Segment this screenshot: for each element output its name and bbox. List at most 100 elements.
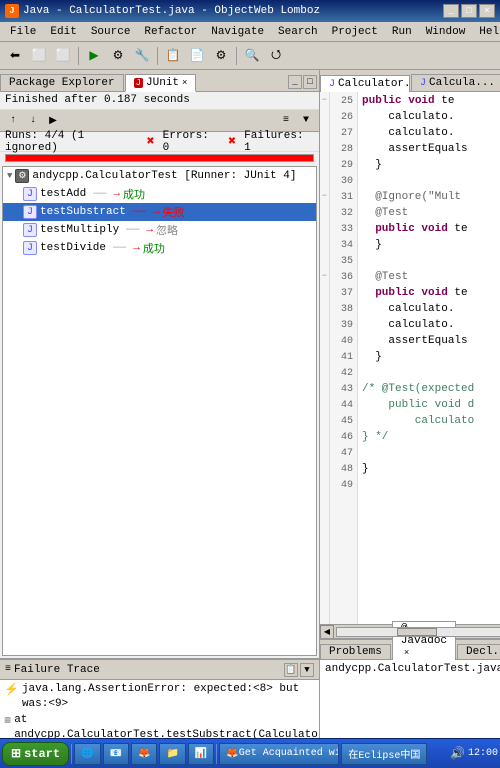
code-line-25: public void te xyxy=(362,94,500,110)
tab-javadoc-close[interactable]: × xyxy=(404,648,409,658)
code-content[interactable]: public void te calculato. calculato. ass… xyxy=(358,92,500,624)
start-button[interactable]: ⊞ start xyxy=(2,742,69,766)
test-item-testSubstract[interactable]: J testSubstract —— → 失败 xyxy=(3,203,316,221)
taskbar-item-extra[interactable]: 📊 xyxy=(188,743,214,765)
code-line-31: @Ignore("Mult xyxy=(362,190,500,206)
editor-tab-calcula[interactable]: J Calcula... xyxy=(411,74,500,91)
code-line-45: calculato xyxy=(362,414,500,430)
taskbar-browser-label: Get Acquainted with t... xyxy=(239,748,340,759)
toolbar-btn-10[interactable]: ⭯ xyxy=(265,45,287,67)
editor-tab-calculator[interactable]: J Calculator.java xyxy=(320,75,410,92)
taskbar-item-folder[interactable]: 📁 xyxy=(159,743,185,765)
junit-next-fail-btn[interactable]: ↓ xyxy=(24,113,42,129)
toolbar-btn-2[interactable]: ⬜ xyxy=(28,45,50,67)
tab-junit[interactable]: J JUnit × xyxy=(125,74,197,92)
tab-decl[interactable]: Decl... xyxy=(457,644,500,659)
test-item-testAdd[interactable]: J testAdd —— → 成功 xyxy=(3,185,316,203)
toolbar-btn-5[interactable]: 🔧 xyxy=(131,45,153,67)
bottom-panel-content: andycpp.CalculatorTest.java xyxy=(320,660,500,738)
taskbar-system-tray: 🔊 12:00 xyxy=(450,746,498,761)
taskbar-item-outlook[interactable]: 📧 xyxy=(103,743,129,765)
trace-line-1: ⚡ java.lang.AssertionError: expected:<8>… xyxy=(4,682,315,713)
code-line-26: calculato. xyxy=(362,110,500,126)
tab-problems[interactable]: Problems xyxy=(320,644,391,659)
test-item-testDivide-icon: J xyxy=(23,241,37,255)
menu-search[interactable]: Search xyxy=(272,25,324,39)
left-panel: Package Explorer J JUnit × _ □ Finished … xyxy=(0,70,320,738)
test-item-testAdd-result: 成功 xyxy=(123,186,145,202)
tab-package-explorer[interactable]: Package Explorer xyxy=(0,74,124,91)
scrollbar-track[interactable] xyxy=(336,627,500,637)
window-controls: _ □ × xyxy=(443,4,495,18)
minimize-panel-btn[interactable]: _ xyxy=(288,75,302,89)
trace-line-1-text: java.lang.AssertionError: expected:<8> b… xyxy=(22,682,315,713)
taskbar-extra-icon: 📊 xyxy=(195,748,207,760)
test-item-testMultiply-icon: J xyxy=(23,223,37,237)
toolbar-btn-9[interactable]: 🔍 xyxy=(241,45,263,67)
collapse-gutter: − − − xyxy=(320,92,330,624)
test-item-testDivide[interactable]: J testDivide —— → 成功 xyxy=(3,239,316,257)
junit-view-menu-btn[interactable]: ▼ xyxy=(297,113,315,129)
taskbar-item-eclipse[interactable]: 在Eclipse中国 xyxy=(341,743,427,765)
trace-line-2: ≡ at andycpp.CalculatorTest.testSubstrac… xyxy=(4,713,315,738)
menu-window[interactable]: Window xyxy=(420,25,472,39)
toolbar-btn-4[interactable]: ⚙ xyxy=(107,45,129,67)
menu-run[interactable]: Run xyxy=(386,25,418,39)
toolbar-run[interactable]: ▶ xyxy=(83,45,105,67)
taskbar-item-browser[interactable]: 🦊 Get Acquainted with t... xyxy=(219,743,339,765)
test-tree[interactable]: ▼ ⚙ andycpp.CalculatorTest [Runner: JUni… xyxy=(2,166,317,656)
maximize-panel-btn[interactable]: □ xyxy=(303,75,317,89)
taskbar-item-ie[interactable]: 🌐 xyxy=(74,743,100,765)
title-bar: J Java - CalculatorTest.java - ObjectWeb… xyxy=(0,0,500,22)
close-button[interactable]: × xyxy=(479,4,495,18)
toolbar-btn-1[interactable]: ⬅ xyxy=(4,45,26,67)
junit-stats-bar: Runs: 4/4 (1 ignored) ✖ Errors: 0 ✖ Fail… xyxy=(0,132,319,152)
junit-failures: Failures: 1 xyxy=(244,130,314,154)
test-suite-row[interactable]: ▼ ⚙ andycpp.CalculatorTest [Runner: JUni… xyxy=(3,167,316,185)
menu-edit[interactable]: Edit xyxy=(44,25,82,39)
toolbar-btn-6[interactable]: 📋 xyxy=(162,45,184,67)
junit-show-options-btn[interactable]: ≡ xyxy=(277,113,295,129)
tab-junit-close[interactable]: × xyxy=(182,78,187,88)
scrollbar-thumb[interactable] xyxy=(397,628,437,636)
junit-failure-icon: ✖ xyxy=(228,136,236,148)
left-tab-strip: Package Explorer J JUnit × _ □ xyxy=(0,70,319,92)
test-item-testMultiply[interactable]: J testMultiply —— → 忽略 xyxy=(3,221,316,239)
failure-trace-copy-btn[interactable]: 📋 xyxy=(284,663,298,677)
taskbar: ⊞ start 🌐 📧 🦊 📁 📊 🦊 Get Acquainted with … xyxy=(0,738,500,768)
menu-project[interactable]: Project xyxy=(326,25,384,39)
taskbar-ie-icon: 🌐 xyxy=(81,748,93,760)
scroll-left-btn[interactable]: ◀ xyxy=(320,625,334,639)
menu-help[interactable]: Help xyxy=(473,25,500,39)
minimize-button[interactable]: _ xyxy=(443,4,459,18)
tab-problems-label: Problems xyxy=(329,646,382,658)
junit-rerun-btn[interactable]: ▶ xyxy=(44,113,62,129)
taskbar-item-ff[interactable]: 🦊 xyxy=(131,743,157,765)
menu-source[interactable]: Source xyxy=(85,25,137,39)
code-line-43: /* @Test(expected xyxy=(362,382,500,398)
junit-status-text: Finished after 0.187 seconds xyxy=(5,94,190,106)
editor-tabs: J Calculator.java J Calcula... xyxy=(320,70,500,92)
toolbar-btn-3[interactable]: ⬜ xyxy=(52,45,74,67)
menu-refactor[interactable]: Refactor xyxy=(138,25,203,39)
test-suite-label: andycpp.CalculatorTest [Runner: JUnit 4] xyxy=(32,170,296,182)
code-editor[interactable]: − − − 25 26 27 28 29 30 xyxy=(320,92,500,624)
line-numbers: 25 26 27 28 29 30 31 32 33 34 35 36 37 3… xyxy=(330,92,358,624)
menu-file[interactable]: File xyxy=(4,25,42,39)
toolbar-btn-8[interactable]: ⚙ xyxy=(210,45,232,67)
code-line-47 xyxy=(362,446,500,462)
code-line-48: } xyxy=(362,462,500,478)
failure-trace-menu-btn[interactable]: ▼ xyxy=(300,663,314,677)
failure-trace-header: ≡ Failure Trace 📋 ▼ xyxy=(0,660,319,680)
sys-tray-network: 🔊 xyxy=(450,746,465,761)
code-horizontal-scrollbar[interactable]: ◀ ▶ xyxy=(320,624,500,638)
maximize-button[interactable]: □ xyxy=(461,4,477,18)
bottom-tabs: Problems @ Javadoc × Decl... _ □ xyxy=(320,640,500,660)
toolbar-separator-3 xyxy=(236,47,237,65)
tab-decl-label: Decl... xyxy=(466,646,500,658)
menu-bar: File Edit Source Refactor Navigate Searc… xyxy=(0,22,500,42)
toolbar-btn-7[interactable]: 📄 xyxy=(186,45,208,67)
toolbar: ⬅ ⬜ ⬜ ▶ ⚙ 🔧 📋 📄 ⚙ 🔍 ⭯ xyxy=(0,42,500,70)
menu-navigate[interactable]: Navigate xyxy=(205,25,270,39)
junit-prev-fail-btn[interactable]: ↑ xyxy=(4,113,22,129)
